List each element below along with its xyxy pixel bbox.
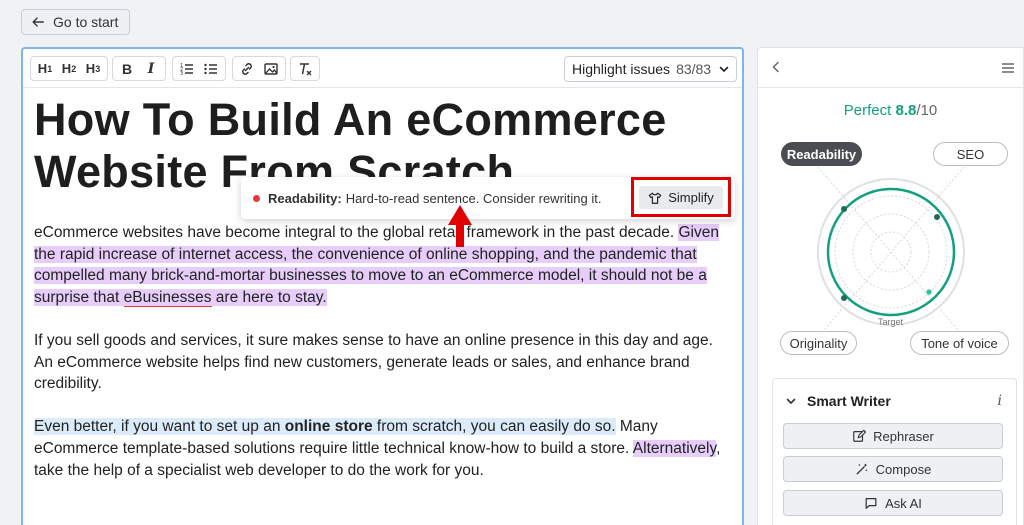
score-panel: Perfect 8.8/10 Readability SEO Target Or… — [757, 47, 1024, 525]
highlighted-word-alternatively[interactable]: Alternatively — [632, 439, 717, 457]
highlighted-sentence-blue[interactable]: Even better, if you want to set up an on… — [34, 418, 616, 436]
paragraph-3[interactable]: Even better, if you want to set up an on… — [34, 416, 734, 481]
h3-letter: H — [85, 61, 96, 76]
issue-tooltip: Readability: Hard-to-read sentence. Cons… — [241, 177, 735, 219]
compose-button[interactable]: Compose — [783, 456, 1003, 482]
clear-group — [290, 56, 320, 81]
image-button[interactable] — [261, 58, 281, 79]
h3-level: 3 — [95, 63, 101, 74]
app-root: Go to start H1 H2 H3 B I 123 Highlight i… — [0, 0, 1024, 525]
magic-wand-icon — [856, 463, 868, 475]
go-to-start-button[interactable]: Go to start — [21, 9, 131, 35]
svg-text:3: 3 — [180, 71, 183, 77]
list-group: 123 — [172, 56, 226, 81]
info-icon[interactable]: i — [998, 393, 1002, 409]
ask-ai-button[interactable]: Ask AI — [783, 490, 1003, 516]
issue-category: Readability: — [268, 190, 342, 206]
score-radar-chart — [817, 166, 965, 338]
tab-originality[interactable]: Originality — [780, 331, 857, 355]
h1-letter: H — [37, 61, 48, 76]
heading-2-button[interactable]: H2 — [59, 58, 79, 79]
h2-letter: H — [61, 61, 72, 76]
simplify-label: Simplify — [668, 190, 714, 205]
heading-3-button[interactable]: H3 — [83, 58, 103, 79]
score-max: /10 — [916, 102, 938, 119]
arrow-left-icon — [32, 17, 44, 27]
edit-icon — [853, 429, 867, 442]
target-label: Target — [878, 317, 904, 327]
clear-format-button[interactable] — [295, 58, 315, 79]
p1-sentence-1: eCommerce websites have become integral … — [34, 224, 679, 241]
score-label: Perfect — [843, 102, 892, 119]
p1-sentence-2-end: are here to stay. — [211, 288, 327, 306]
tab-tone-of-voice[interactable]: Tone of voice — [910, 331, 1009, 355]
overall-score: Perfect 8.8/10 — [758, 102, 1023, 119]
italic-button[interactable]: I — [141, 58, 161, 79]
clear-format-icon — [300, 62, 312, 75]
issue-dot-icon — [253, 194, 260, 202]
rephraser-button[interactable]: Rephraser — [783, 423, 1003, 449]
insert-group — [232, 56, 286, 81]
document-body[interactable]: eCommerce websites have become integral … — [34, 222, 734, 503]
p3-part-c: from scratch, you can easily do so. — [372, 418, 616, 436]
p3-part-a: Even better, if you want to set up an — [34, 418, 285, 436]
ordered-list-icon: 123 — [180, 63, 193, 77]
bold-button[interactable]: B — [117, 58, 137, 79]
bullet-list-icon — [204, 63, 217, 74]
shirt-icon — [648, 192, 662, 204]
rephraser-label: Rephraser — [873, 428, 934, 444]
score-value: 8.8 — [895, 102, 917, 119]
red-arrow-icon — [448, 205, 472, 247]
chevron-down-icon — [786, 398, 796, 404]
go-to-start-label: Go to start — [53, 14, 119, 30]
highlight-issues-count: 83/83 — [676, 61, 712, 77]
ask-ai-label: Ask AI — [885, 495, 922, 511]
highlight-issues-label: Highlight issues — [572, 61, 671, 77]
link-icon — [242, 62, 252, 75]
h1-level: 1 — [47, 63, 53, 74]
link-button[interactable] — [237, 58, 257, 79]
simplify-highlight-frame: Simplify — [631, 177, 731, 217]
ordered-list-button[interactable]: 123 — [177, 58, 197, 79]
smart-writer-title: Smart Writer — [807, 393, 891, 409]
chevron-left-icon[interactable] — [769, 60, 783, 74]
highlight-issues-select[interactable]: Highlight issues 83/83 — [564, 56, 737, 82]
bullet-list-button[interactable] — [201, 58, 221, 79]
heading-1-button[interactable]: H1 — [35, 58, 55, 79]
chevron-down-icon — [719, 66, 729, 72]
smart-writer-toggle[interactable]: Smart Writer — [785, 393, 891, 409]
panel-header — [758, 48, 1023, 88]
p3-bold-text: online store — [284, 418, 373, 436]
h2-level: 2 — [71, 63, 77, 74]
chat-icon — [865, 498, 877, 509]
compose-label: Compose — [875, 461, 932, 477]
editor-toolbar: H1 H2 H3 B I 123 Highlight issues 83/83 — [23, 49, 742, 88]
menu-icon[interactable] — [1001, 61, 1015, 75]
image-icon — [264, 62, 278, 75]
paragraph-1[interactable]: eCommerce websites have become integral … — [34, 222, 734, 308]
editor: H1 H2 H3 B I 123 Highlight issues 83/83 … — [21, 47, 744, 525]
paragraph-2[interactable]: If you sell goods and services, it sure … — [34, 330, 734, 395]
smart-writer-card: Smart Writer i Rephraser Compose Ask AI — [772, 378, 1017, 525]
heading-group: H1 H2 H3 — [30, 56, 108, 81]
format-group: B I — [112, 56, 166, 81]
simplify-button[interactable]: Simplify — [639, 186, 723, 209]
spelling-issue-word[interactable]: eBusinesses — [123, 288, 212, 307]
